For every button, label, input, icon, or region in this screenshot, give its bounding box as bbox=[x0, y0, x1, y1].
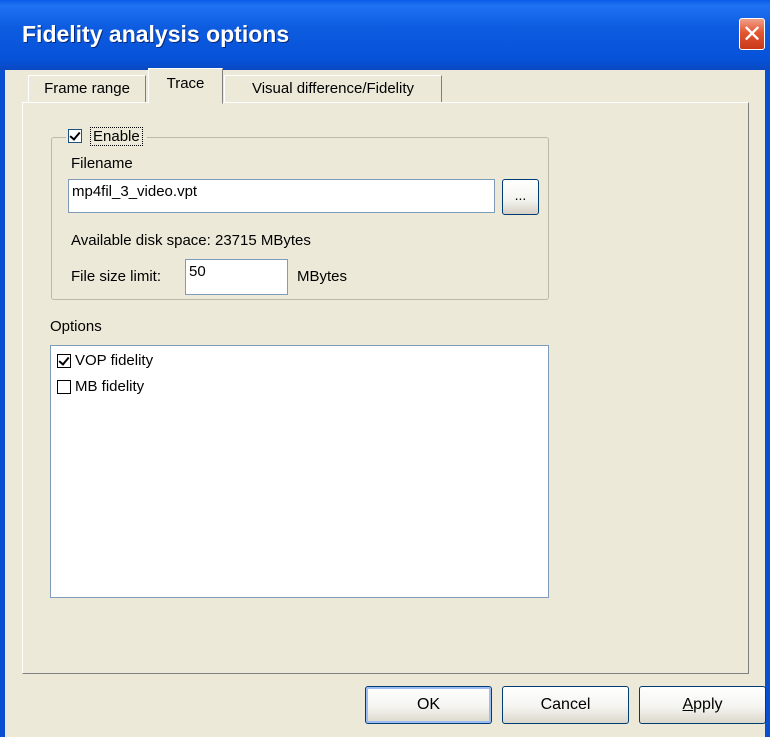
options-label: Options bbox=[50, 318, 102, 335]
close-icon: ✕ bbox=[741, 20, 763, 48]
enable-checkbox[interactable] bbox=[68, 129, 82, 143]
file-size-unit-label: MBytes bbox=[297, 268, 348, 285]
filename-label: Filename bbox=[71, 155, 133, 172]
cancel-button[interactable]: Cancel bbox=[502, 686, 629, 724]
file-size-limit-label: File size limit: bbox=[71, 268, 162, 285]
mb-fidelity-label: MB fidelity bbox=[75, 378, 145, 395]
list-item-vop-fidelity[interactable]: VOP fidelity bbox=[57, 352, 153, 369]
enable-checkbox-row[interactable]: Enable bbox=[66, 123, 147, 149]
apply-button[interactable]: Apply bbox=[639, 686, 766, 724]
window-frame-left bbox=[0, 70, 5, 737]
title-bar[interactable]: Fidelity analysis options ✕ bbox=[0, 0, 770, 70]
close-button[interactable]: ✕ bbox=[739, 18, 765, 50]
vop-fidelity-label: VOP fidelity bbox=[75, 352, 154, 369]
vop-fidelity-checkbox[interactable] bbox=[57, 353, 71, 368]
file-size-limit-field[interactable]: 50 bbox=[185, 259, 288, 295]
options-listbox[interactable]: VOP fidelity MB fidelity bbox=[50, 345, 549, 598]
tab-trace[interactable]: Trace bbox=[148, 68, 223, 104]
window-frame-right bbox=[765, 70, 770, 737]
window-title: Fidelity analysis options bbox=[22, 21, 290, 47]
mb-fidelity-checkbox[interactable] bbox=[57, 379, 71, 394]
filename-field[interactable]: mp4fil_3_video.vpt bbox=[68, 179, 495, 213]
ok-button[interactable]: OK bbox=[365, 686, 492, 724]
tab-visual-difference-fidelity[interactable]: Visual difference/Fidelity bbox=[224, 75, 442, 104]
enable-label[interactable]: Enable bbox=[90, 126, 143, 146]
disk-space-text: Available disk space: 23715 MBytes bbox=[71, 232, 311, 249]
browse-button[interactable]: ... bbox=[502, 179, 539, 215]
list-item-mb-fidelity[interactable]: MB fidelity bbox=[57, 378, 144, 395]
tab-frame-range[interactable]: Frame range bbox=[28, 75, 146, 104]
